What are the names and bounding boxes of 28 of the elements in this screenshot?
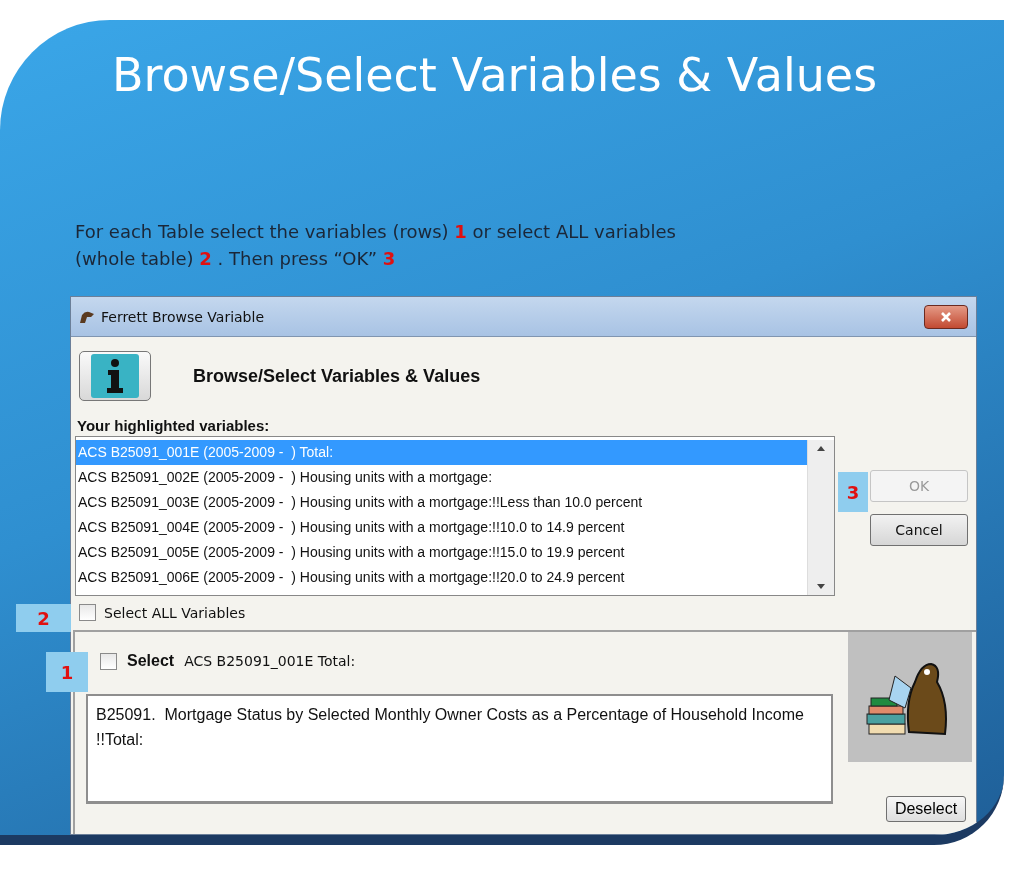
deselect-button[interactable]: Deselect xyxy=(886,796,966,822)
checkbox[interactable] xyxy=(79,604,96,621)
variable-name: ACS B25091_001E Total: xyxy=(184,653,356,669)
scroll-up-icon xyxy=(817,446,825,451)
step-marker: 2 xyxy=(16,604,71,632)
dialog-heading: Browse/Select Variables & Values xyxy=(193,365,481,387)
instruction-text: For each Table select the variables (rows) 1 or select ALL variables (whole table) 2 . Then press “OK” 3 xyxy=(75,220,677,271)
scroll-down-icon xyxy=(817,584,825,589)
select-label: Select xyxy=(127,652,175,670)
close-icon xyxy=(940,310,952,323)
step-marker: 1 xyxy=(46,652,88,692)
select-all-label: Select ALL Variables xyxy=(104,604,246,621)
step-marker: 3 xyxy=(838,472,868,512)
variable-item[interactable]: ACS B25091_002E (2005-2009 - ) Housing units with a mortgage: xyxy=(76,465,807,490)
slide-title: Browse/Select Variables & Values xyxy=(112,48,878,102)
checkbox[interactable] xyxy=(100,652,117,670)
variable-item[interactable]: ACS B25091_003E (2005-2009 - ) Housing units with a mortgage:!!Less than 10.0 percent xyxy=(76,490,807,515)
list-label: Your highlighted variables: xyxy=(77,417,270,434)
variable-item[interactable]: ACS B25091_006E (2005-2009 - ) Housing units with a mortgage:!!20.0 to 24.9 percent xyxy=(76,565,807,590)
window-title: Ferrett Browse Variable xyxy=(101,308,264,325)
close-button[interactable] xyxy=(924,304,968,329)
info-button[interactable] xyxy=(79,351,151,401)
scroll-bar[interactable] xyxy=(807,440,834,595)
description-text: B25091. Mortgage Status by Selected Monthly Owner Costs as a Percentage of Household Income !!Total: xyxy=(86,694,833,804)
variable-item[interactable]: ACS B25091_005E (2005-2009 - ) Housing units with a mortgage:!!15.0 to 19.9 percent xyxy=(76,540,807,565)
cancel-button[interactable]: Cancel xyxy=(870,514,968,546)
info-icon xyxy=(91,354,139,398)
variable-item[interactable]: ACS B25091_004E (2005-2009 - ) Housing units with a mortgage:!!10.0 to 14.9 percent xyxy=(76,515,807,540)
